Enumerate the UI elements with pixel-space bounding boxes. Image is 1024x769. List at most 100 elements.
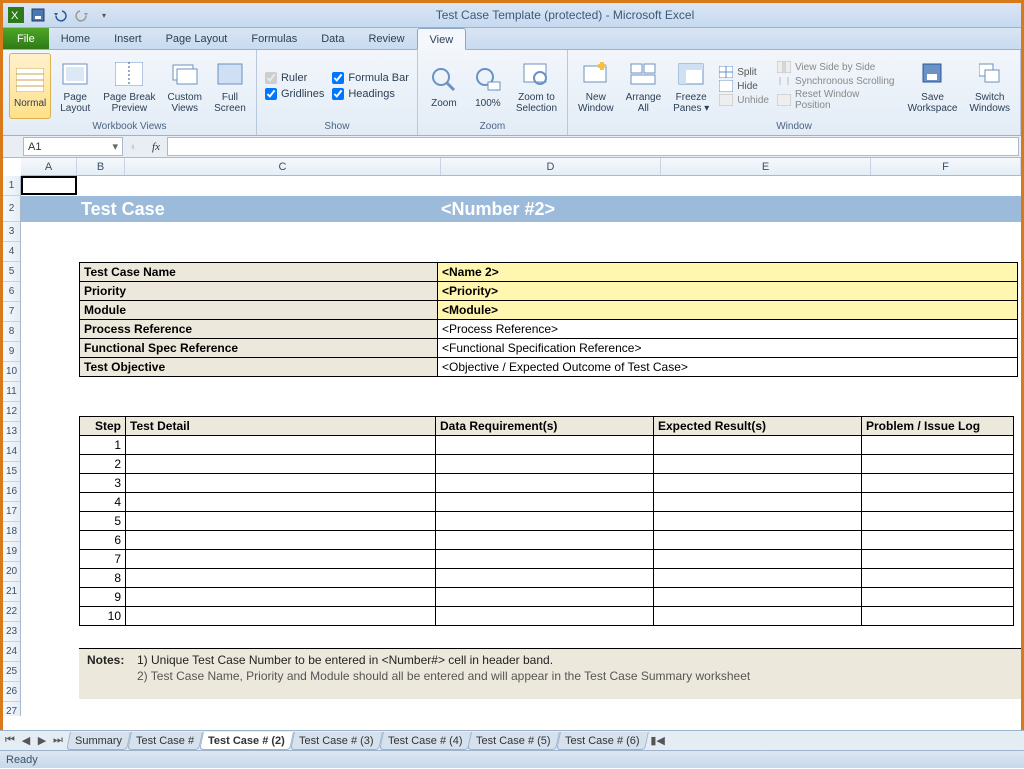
gridlines-checkbox[interactable]: Gridlines — [265, 88, 324, 100]
quick-access-toolbar: X ▾ — [7, 6, 113, 24]
tab-scroll-icon[interactable]: ▮◀ — [650, 734, 665, 747]
normal-view-button[interactable]: Normal — [9, 53, 51, 119]
row-21[interactable]: 21 — [3, 582, 20, 602]
row-15[interactable]: 15 — [3, 462, 20, 482]
tab-home[interactable]: Home — [49, 28, 102, 49]
row-17[interactable]: 17 — [3, 502, 20, 522]
zoom-100-button[interactable]: 100% — [468, 53, 508, 119]
formula-input[interactable] — [167, 137, 1019, 156]
row-6[interactable]: 6 — [3, 282, 20, 302]
row-3[interactable]: 3 — [3, 222, 20, 242]
prev-sheet-icon[interactable]: ◀ — [19, 734, 33, 747]
save-workspace-button[interactable]: Save Workspace — [904, 53, 962, 119]
row-10[interactable]: 10 — [3, 362, 20, 382]
ribbon-tabs: File Home Insert Page Layout Formulas Da… — [3, 28, 1021, 50]
group-show: Ruler Gridlines Formula Bar Headings Sho… — [257, 50, 418, 135]
redo-icon[interactable] — [73, 6, 91, 24]
sheet-tabs: ⏮ ◀ ▶ ⏭ SummaryTest Case #Test Case # (2… — [0, 730, 1024, 750]
row-7[interactable]: 7 — [3, 302, 20, 322]
status-text: Ready — [6, 754, 38, 766]
headings-checkbox[interactable]: Headings — [332, 88, 409, 100]
row-5[interactable]: 5 — [3, 262, 20, 282]
tab-view[interactable]: View — [417, 28, 467, 50]
sheet-tab[interactable]: Summary — [66, 732, 131, 750]
col-B[interactable]: B — [77, 158, 125, 175]
new-window-button[interactable]: New Window — [574, 53, 618, 119]
freeze-panes-button[interactable]: Freeze Panes ▾ — [669, 53, 713, 119]
sheet-tab[interactable]: Test Case # — [127, 732, 203, 750]
tab-review[interactable]: Review — [356, 28, 416, 49]
tab-file[interactable]: File — [3, 28, 49, 49]
excel-icon: X — [7, 6, 25, 24]
page-layout-button[interactable]: Page Layout — [55, 53, 95, 119]
group-zoom: Zoom 100% Zoom to Selection Zoom — [418, 50, 568, 135]
freeze-panes-icon — [675, 58, 707, 90]
col-D[interactable]: D — [441, 158, 661, 175]
worksheet-grid[interactable]: Test Case <Number #2> Test Case Name<Nam… — [21, 176, 1021, 716]
tab-data[interactable]: Data — [309, 28, 356, 49]
tab-page-layout[interactable]: Page Layout — [154, 28, 240, 49]
group-window: New Window Arrange All Freeze Panes ▾ Sp… — [568, 50, 1021, 135]
last-sheet-icon[interactable]: ⏭ — [51, 734, 65, 747]
meta-table: Test Case Name<Name 2>Priority<Priority>… — [79, 262, 1018, 377]
next-sheet-icon[interactable]: ▶ — [35, 734, 49, 747]
row-26[interactable]: 26 — [3, 682, 20, 702]
zoom-to-selection-button[interactable]: Zoom to Selection — [512, 53, 561, 119]
svg-text:X: X — [11, 10, 19, 22]
qat-dropdown-icon[interactable]: ▾ — [95, 6, 113, 24]
row-4[interactable]: 4 — [3, 242, 20, 262]
row-8[interactable]: 8 — [3, 322, 20, 342]
row-25[interactable]: 25 — [3, 662, 20, 682]
ruler-checkbox[interactable]: Ruler — [265, 72, 324, 84]
formula-bar-checkbox[interactable]: Formula Bar — [332, 72, 409, 84]
row-19[interactable]: 19 — [3, 542, 20, 562]
row-9[interactable]: 9 — [3, 342, 20, 362]
sheet-nav-buttons[interactable]: ⏮ ◀ ▶ ⏭ — [0, 734, 68, 747]
cancel-icon: ◐ — [123, 136, 145, 157]
sheet-tab[interactable]: Test Case # (6) — [556, 732, 648, 750]
sheet-tab[interactable]: Test Case # (5) — [467, 732, 559, 750]
name-box[interactable]: A1▾ — [23, 137, 123, 156]
custom-views-button[interactable]: Custom Views — [164, 53, 206, 119]
row-16[interactable]: 16 — [3, 482, 20, 502]
row-22[interactable]: 22 — [3, 602, 20, 622]
group-workbook-views: Normal Page Layout Page Break Preview Cu… — [3, 50, 257, 135]
title-bar: X ▾ Test Case Template (protected) - Mic… — [3, 3, 1021, 28]
row-1[interactable]: 1 — [3, 176, 20, 196]
zoom-button[interactable]: Zoom — [424, 53, 464, 119]
header-band: Test Case <Number #2> — [21, 196, 1021, 222]
row-11[interactable]: 11 — [3, 382, 20, 402]
row-2[interactable]: 2 — [3, 196, 20, 222]
first-sheet-icon[interactable]: ⏮ — [3, 734, 17, 747]
arrange-all-button[interactable]: Arrange All — [622, 53, 666, 119]
col-A[interactable]: A — [21, 158, 77, 175]
sheet-tab[interactable]: Test Case # (2) — [199, 732, 294, 750]
band-title: Test Case — [21, 199, 441, 220]
row-20[interactable]: 20 — [3, 562, 20, 582]
sheet-tab[interactable]: Test Case # (4) — [379, 732, 471, 750]
row-14[interactable]: 14 — [3, 442, 20, 462]
page-break-preview-button[interactable]: Page Break Preview — [99, 53, 159, 119]
row-27[interactable]: 27 — [3, 702, 20, 716]
tab-insert[interactable]: Insert — [102, 28, 154, 49]
row-24[interactable]: 24 — [3, 642, 20, 662]
split-button[interactable]: Split — [719, 66, 769, 78]
worksheet-area: 1234567891011121314151617181920212223242… — [3, 176, 1021, 716]
row-23[interactable]: 23 — [3, 622, 20, 642]
save-icon[interactable] — [29, 6, 47, 24]
col-C[interactable]: C — [125, 158, 441, 175]
switch-windows-button[interactable]: Switch Windows — [965, 53, 1014, 119]
hide-button[interactable]: Hide — [719, 80, 769, 92]
undo-icon[interactable] — [51, 6, 69, 24]
full-screen-button[interactable]: Full Screen — [210, 53, 250, 119]
col-E[interactable]: E — [661, 158, 871, 175]
row-13[interactable]: 13 — [3, 422, 20, 442]
fx-icon[interactable]: fx — [145, 136, 167, 157]
tab-formulas[interactable]: Formulas — [239, 28, 309, 49]
row-12[interactable]: 12 — [3, 402, 20, 422]
sheet-tab[interactable]: Test Case # (3) — [290, 732, 382, 750]
col-F[interactable]: F — [871, 158, 1021, 175]
name-box-dropdown-icon[interactable]: ▾ — [112, 140, 118, 153]
step-row: 8 — [80, 569, 1014, 588]
row-18[interactable]: 18 — [3, 522, 20, 542]
